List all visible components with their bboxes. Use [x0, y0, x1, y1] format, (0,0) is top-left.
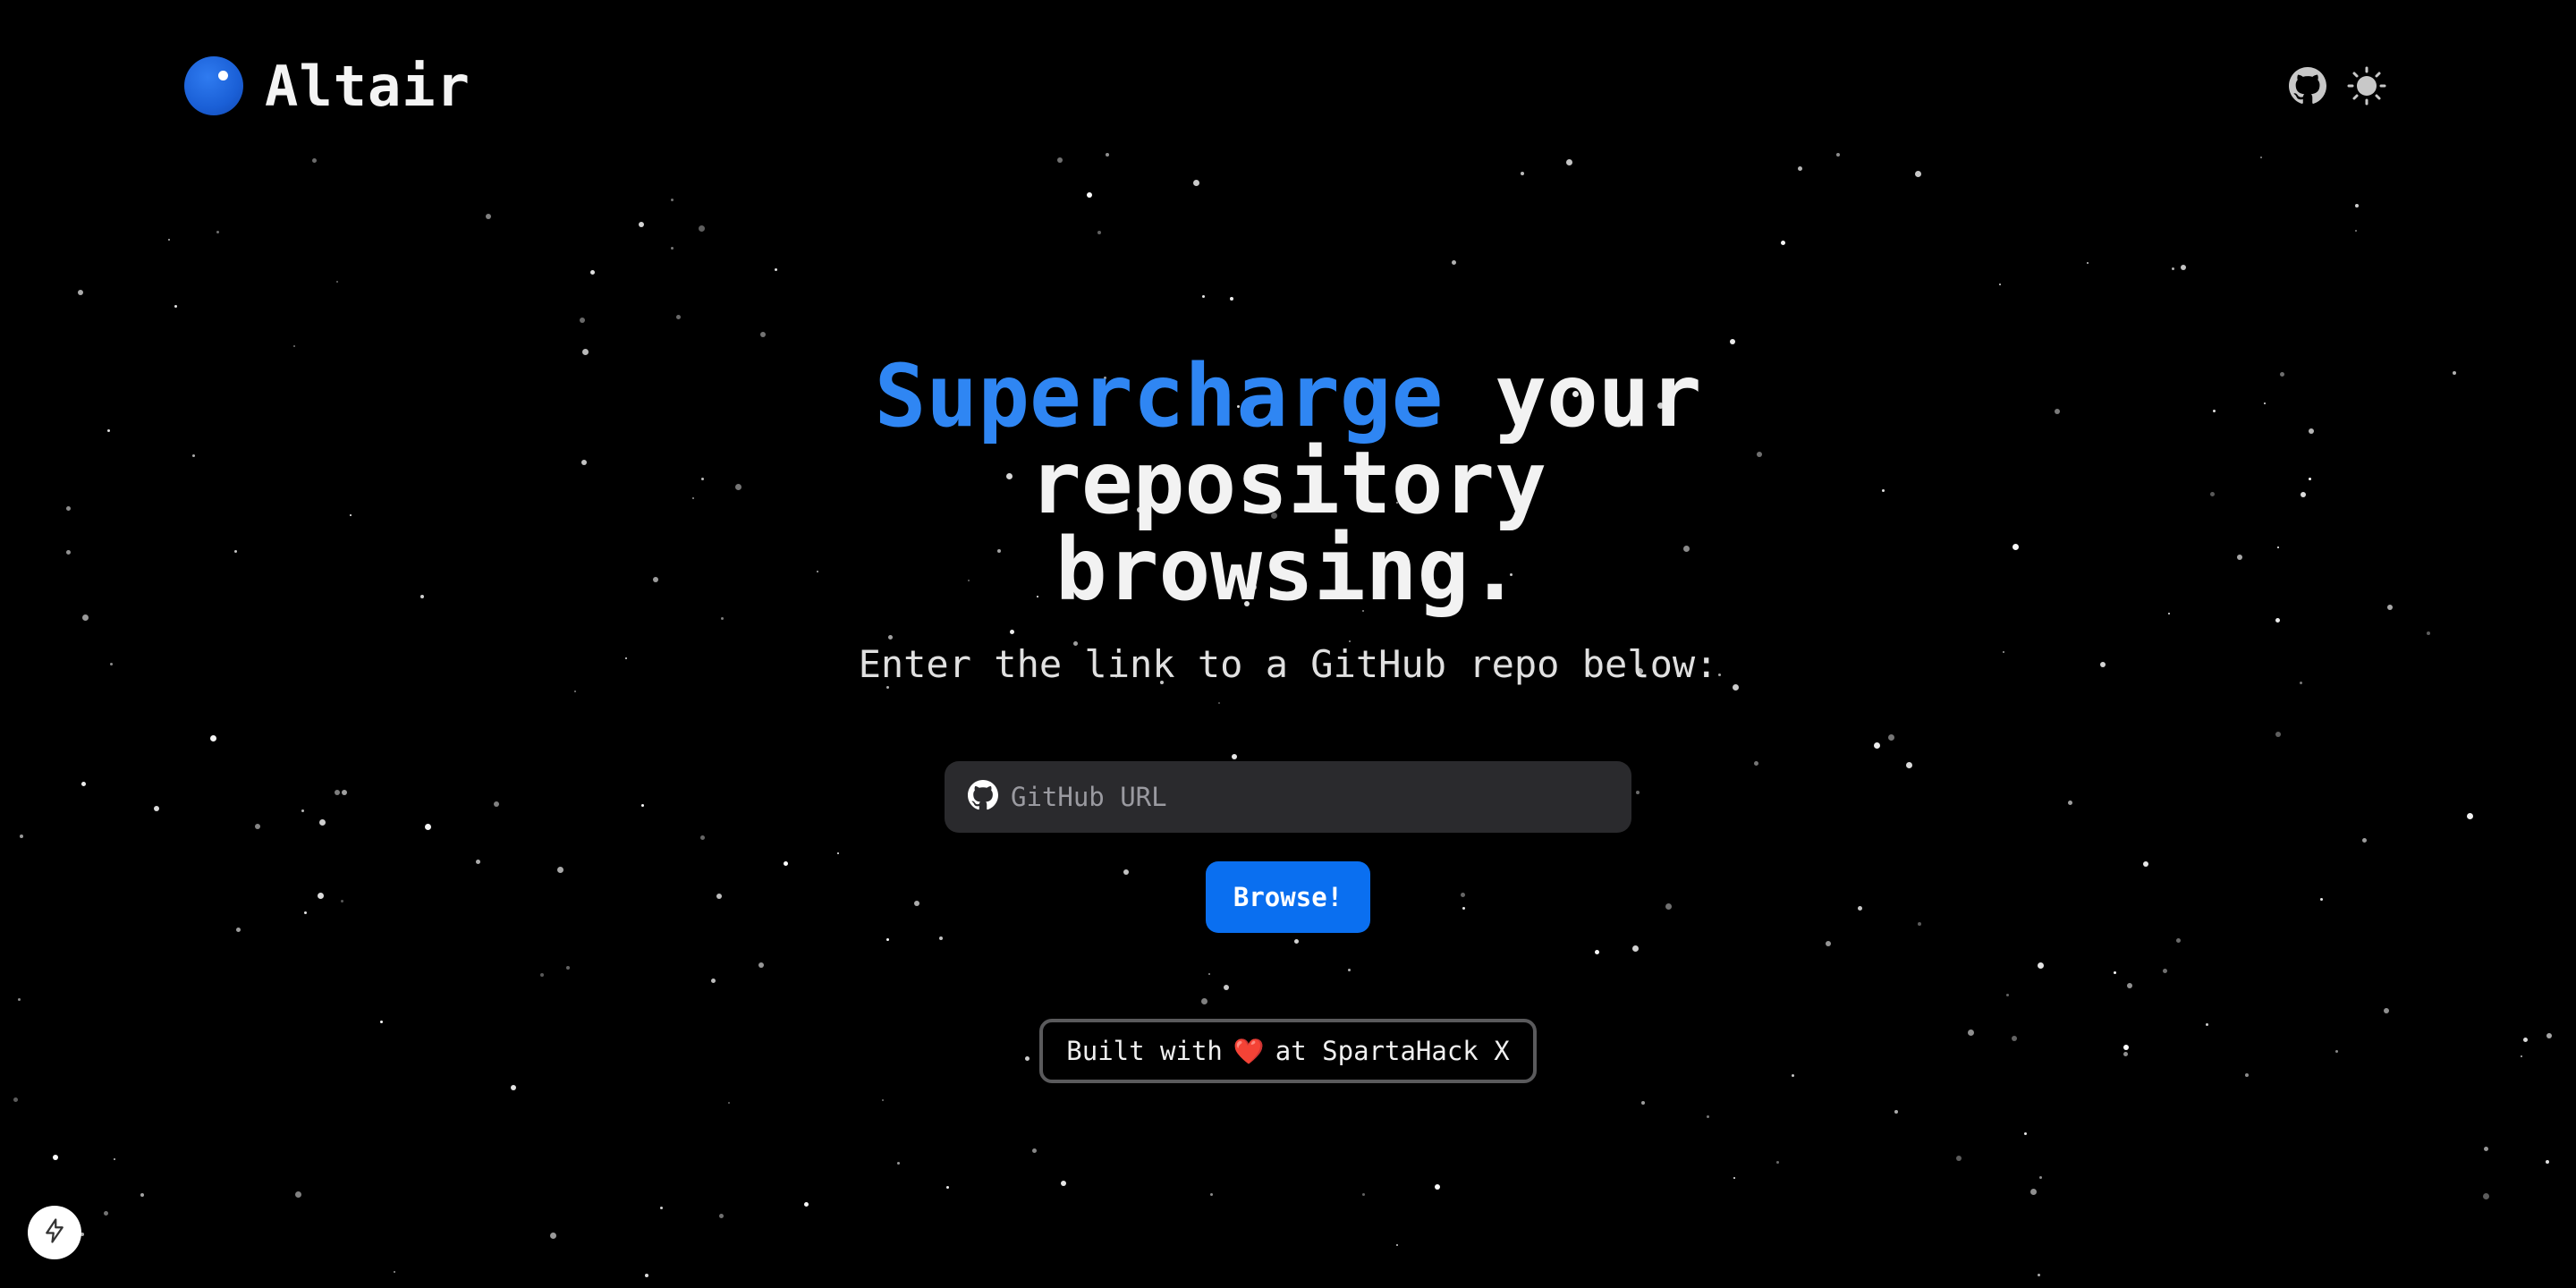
subtitle: Enter the link to a GitHub repo below:	[858, 642, 1718, 686]
star	[1915, 171, 1921, 177]
star	[882, 1099, 884, 1101]
star	[78, 290, 83, 295]
star	[114, 1158, 115, 1160]
credit-badge[interactable]: Built with ❤️ at SpartaHack X	[1039, 1019, 1537, 1083]
star	[2039, 1176, 2042, 1179]
star	[775, 268, 777, 271]
star	[897, 1162, 900, 1165]
star	[2024, 1132, 2027, 1135]
star	[2546, 1160, 2549, 1164]
star	[1435, 1184, 1440, 1190]
credit-text-before: Built with	[1066, 1036, 1223, 1066]
star	[1210, 1193, 1213, 1196]
sun-icon[interactable]	[2347, 66, 2386, 106]
star	[174, 305, 177, 308]
star	[2355, 230, 2357, 232]
star	[1707, 1115, 1709, 1118]
star	[486, 214, 491, 219]
star	[312, 158, 317, 163]
github-icon[interactable]	[2288, 66, 2327, 106]
star	[2030, 1189, 2037, 1195]
credit-text-after: at SpartaHack X	[1275, 1036, 1510, 1066]
star	[1956, 1156, 1962, 1161]
star	[2181, 265, 2186, 270]
star	[1061, 1181, 1066, 1186]
star	[104, 1211, 108, 1216]
star	[2483, 1193, 2489, 1199]
logo-highlight	[218, 71, 228, 80]
star	[2172, 267, 2174, 270]
github-icon	[968, 780, 998, 814]
star	[590, 270, 595, 275]
star	[645, 1274, 648, 1277]
star	[760, 332, 766, 337]
star	[728, 1102, 730, 1104]
github-url-input[interactable]	[1011, 761, 1631, 833]
star	[1087, 192, 1092, 198]
star	[1894, 1110, 1898, 1114]
star	[1362, 1193, 1365, 1196]
star	[580, 318, 585, 323]
star	[2355, 204, 2359, 208]
star	[2038, 1274, 2040, 1276]
star	[1032, 1148, 1037, 1153]
star	[676, 315, 681, 319]
star	[1733, 1177, 1735, 1179]
github-url-field[interactable]	[945, 761, 1631, 833]
star	[2260, 157, 2262, 158]
brand[interactable]: Altair	[184, 54, 470, 119]
star	[216, 231, 219, 233]
headline-accent: Supercharge	[874, 346, 1444, 446]
star	[1776, 1161, 1779, 1164]
star	[53, 1155, 58, 1160]
star	[1106, 153, 1109, 157]
star	[671, 199, 674, 201]
star	[660, 1207, 663, 1209]
star	[719, 1214, 724, 1218]
star	[2087, 262, 2089, 264]
star	[511, 1085, 516, 1090]
star	[1202, 295, 1205, 298]
star	[1836, 153, 1840, 157]
star	[639, 222, 644, 227]
star	[1730, 339, 1735, 344]
hero-section: Supercharge your repository browsing. En…	[0, 353, 2576, 1083]
star	[2484, 1147, 2488, 1151]
star	[394, 1271, 395, 1273]
top-bar: Altair	[184, 52, 2386, 120]
star	[1452, 260, 1456, 265]
star	[1798, 166, 1802, 171]
corner-badge[interactable]	[28, 1206, 81, 1259]
star	[140, 1193, 144, 1197]
star	[1999, 284, 2001, 285]
star	[1781, 241, 1785, 245]
star	[1057, 157, 1063, 163]
browse-button[interactable]: Browse!	[1206, 861, 1370, 933]
star	[295, 1191, 301, 1198]
star	[804, 1202, 809, 1207]
star	[1097, 231, 1101, 234]
app-name: Altair	[265, 53, 470, 119]
star	[1521, 172, 1524, 175]
altair-planet-logo	[184, 56, 243, 115]
star	[550, 1233, 556, 1239]
heart-icon: ❤️	[1233, 1036, 1265, 1066]
star	[13, 1097, 18, 1102]
star	[1193, 180, 1199, 186]
star	[699, 225, 705, 232]
star	[1566, 159, 1572, 165]
headline: Supercharge your repository browsing.	[859, 353, 1717, 614]
star	[946, 1186, 949, 1189]
star	[671, 247, 674, 250]
star	[168, 239, 170, 241]
star	[1396, 1244, 1398, 1246]
star	[293, 345, 295, 347]
lightning-bolt-icon	[41, 1217, 68, 1248]
star	[1641, 1101, 1645, 1105]
star	[1230, 297, 1233, 301]
top-actions	[2288, 66, 2386, 106]
star	[336, 281, 338, 283]
